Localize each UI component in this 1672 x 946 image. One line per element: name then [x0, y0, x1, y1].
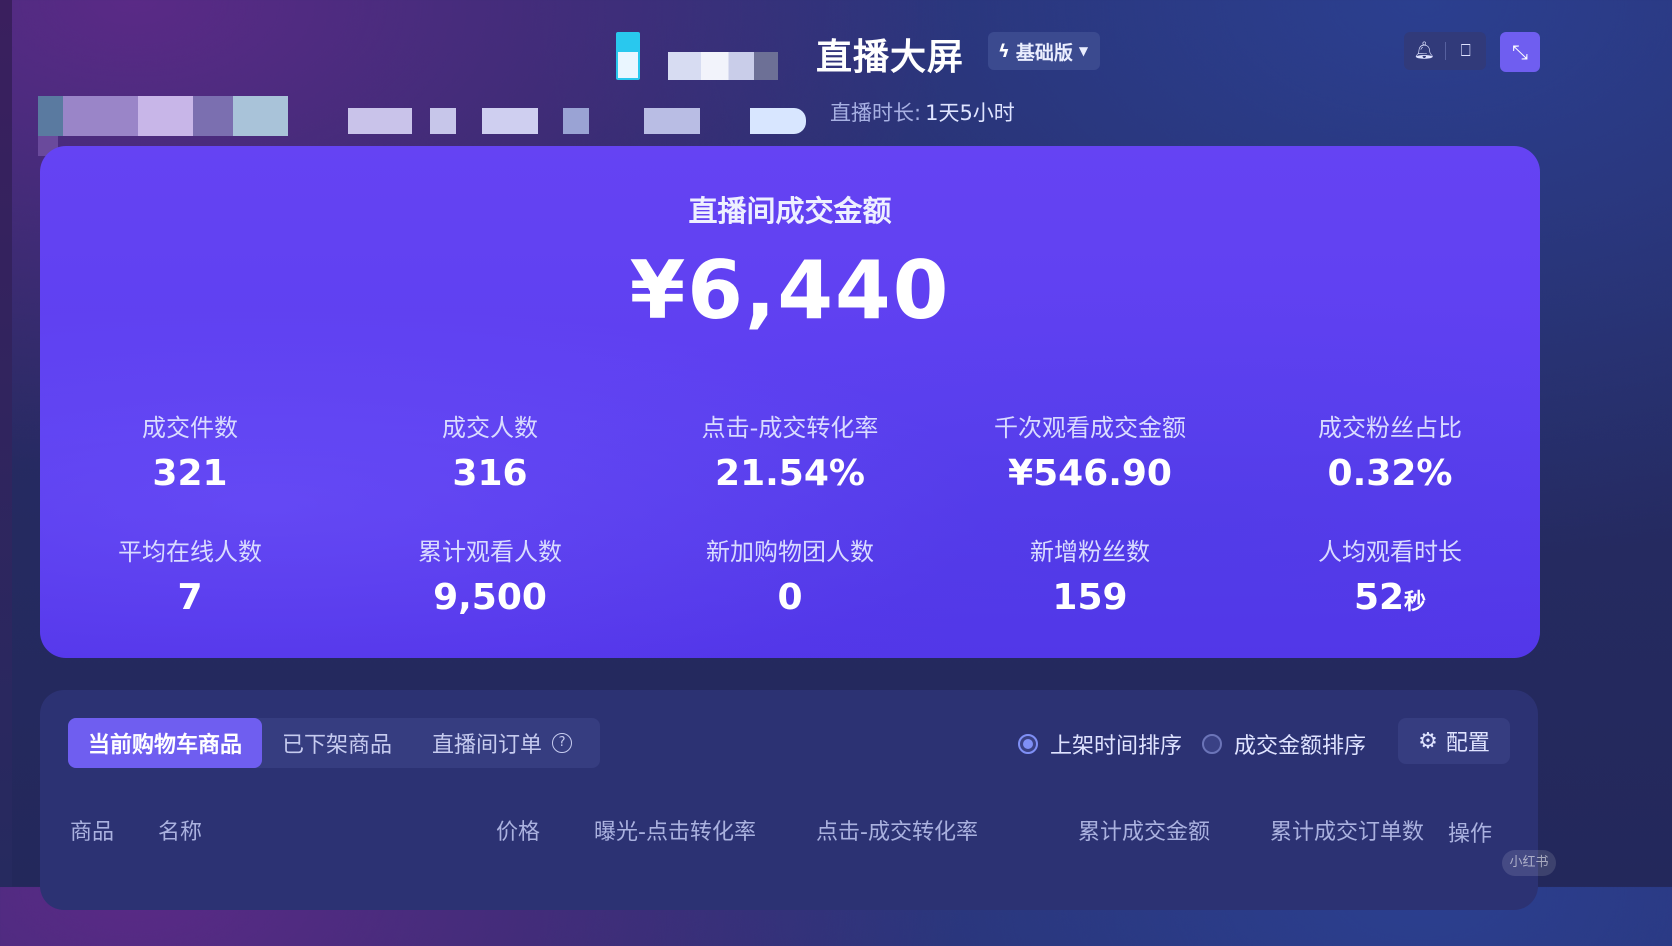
edition-label: 基础版 [1015, 41, 1073, 64]
bolt-icon: ϟ [998, 40, 1010, 62]
column-exposure-click-rate: 曝光-点击转化率 [594, 820, 756, 845]
stat-label: 成交粉丝占比 [1318, 414, 1462, 442]
stat-value: 321 [152, 453, 228, 494]
product-panel: 当前购物车商品 已下架商品 直播间订单? 上架时间排序 成交金额排序 ⚙ 配置 … [40, 690, 1538, 910]
sales-summary-card: 直播间成交金额 ¥6,440 成交件数 321 成交人数 316 点击-成交转化… [40, 146, 1540, 658]
stat-avg-online: 平均在线人数 7 [40, 532, 340, 618]
stat-avg-watch-time: 人均观看时长 52秒 [1240, 532, 1540, 618]
gear-icon: ⚙ [1418, 728, 1438, 754]
tab-removed-products[interactable]: 已下架商品 [262, 718, 412, 768]
stat-new-fans: 新增粉丝数 159 [940, 532, 1240, 618]
column-actions: 操作 [1448, 822, 1493, 847]
live-duration: 直播时长: 1天5小时 [830, 97, 1015, 127]
monitor-icon[interactable]: ⎕ [1445, 41, 1486, 61]
sort-label: 上架时间排序 [1050, 734, 1183, 759]
tab-live-orders[interactable]: 直播间订单? [412, 718, 592, 768]
stat-number: 52 [1353, 577, 1405, 618]
stat-value: 7 [177, 577, 203, 618]
summary-title: 直播间成交金额 [688, 194, 892, 228]
duration-value: 1天5小时 [925, 101, 1015, 125]
column-name: 名称 [158, 820, 203, 845]
stat-items-sold: 成交件数 321 [40, 408, 340, 494]
stat-label: 千次观看成交金额 [994, 414, 1186, 442]
product-tabs: 当前购物车商品 已下架商品 直播间订单? [68, 718, 600, 768]
stat-label: 新增粉丝数 [1030, 538, 1150, 566]
stat-value: 0.32% [1327, 453, 1453, 494]
column-price: 价格 [496, 820, 541, 845]
stat-value: 0 [777, 577, 803, 618]
stat-click-conversion: 点击-成交转化率 21.54% [640, 408, 940, 494]
stat-label: 成交件数 [142, 414, 238, 442]
stat-buyers: 成交人数 316 [340, 408, 640, 494]
watermark: 小红书 [1502, 850, 1556, 876]
config-label: 配置 [1445, 731, 1490, 756]
shop-name-redacted [668, 52, 778, 80]
stat-label: 点击-成交转化率 [701, 414, 879, 442]
duration-label: 直播时长: [830, 101, 922, 125]
stat-value: 9,500 [433, 577, 547, 618]
radio-unchecked-icon [1202, 734, 1222, 754]
help-icon[interactable]: ? [552, 733, 573, 753]
left-edge [0, 0, 12, 887]
stat-gpm: 千次观看成交金额 ¥546.90 [940, 408, 1240, 494]
fullscreen-button[interactable]: ⤡ [1500, 32, 1540, 72]
stat-value: ¥546.90 [1008, 453, 1172, 494]
stat-new-group: 新加购物团人数 0 [640, 532, 940, 618]
stat-fan-ratio: 成交粉丝占比 0.32% [1240, 408, 1540, 494]
config-button[interactable]: ⚙ 配置 [1398, 718, 1510, 764]
total-sales-amount: ¥6,440 [629, 244, 951, 337]
header-toolbar: 🔔︎ ⎕ [1404, 32, 1486, 70]
stat-label: 新加购物团人数 [706, 538, 874, 566]
sort-by-sales-amount[interactable]: 成交金额排序 [1202, 728, 1366, 760]
tab-current-cart[interactable]: 当前购物车商品 [68, 718, 263, 768]
stat-label: 人均观看时长 [1318, 538, 1462, 566]
column-product: 商品 [70, 820, 115, 845]
sort-by-listing-time[interactable]: 上架时间排序 [1018, 728, 1182, 760]
fullscreen-icon: ⤡ [1512, 40, 1528, 64]
stat-total-viewers: 累计观看人数 9,500 [340, 532, 640, 618]
bell-icon[interactable]: 🔔︎ [1404, 41, 1445, 61]
stat-value: 159 [1052, 577, 1128, 618]
stat-value: 21.54% [715, 453, 865, 494]
page-title: 直播大屏 [816, 37, 965, 78]
stat-value: 316 [452, 453, 528, 494]
app-logo [612, 28, 644, 80]
column-click-conversion: 点击-成交转化率 [816, 820, 978, 845]
chevron-down-icon: ▼ [1078, 44, 1089, 58]
stat-unit: 秒 [1404, 590, 1427, 615]
stat-label: 成交人数 [442, 414, 538, 442]
stat-label: 平均在线人数 [118, 538, 262, 566]
tab-label: 直播间订单 [432, 733, 543, 758]
column-total-orders: 累计成交订单数 [1270, 820, 1425, 845]
sort-label: 成交金额排序 [1234, 734, 1367, 759]
column-total-sales: 累计成交金额 [1078, 820, 1211, 845]
stat-value: 52秒 [1240, 577, 1540, 618]
stat-label: 累计观看人数 [418, 538, 562, 566]
radio-checked-icon [1018, 734, 1038, 754]
edition-dropdown[interactable]: ϟ 基础版 ▼ [988, 32, 1101, 70]
